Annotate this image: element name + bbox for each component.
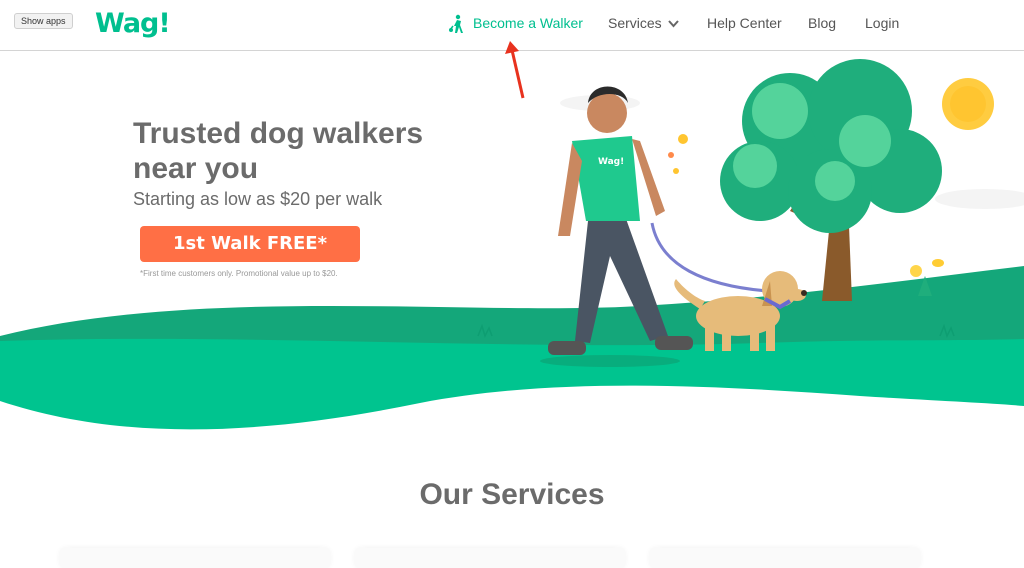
promo-disclaimer: *First time customers only. Promotional … [140, 269, 338, 278]
sun-icon [942, 78, 994, 130]
nav-services-label: Services [608, 15, 662, 31]
show-apps-button[interactable]: Show apps [14, 13, 73, 29]
tree [720, 59, 942, 301]
service-card[interactable] [60, 548, 330, 568]
shirt-logo: Wag! [598, 157, 624, 167]
hero-subtitle: Starting as low as $20 per walk [133, 189, 383, 209]
service-card[interactable] [355, 548, 625, 568]
nav-become-walker[interactable]: Become a Walker [473, 15, 583, 31]
nav-login[interactable]: Login [865, 15, 899, 31]
wag-logo[interactable]: Wag! [95, 8, 171, 39]
first-walk-free-button[interactable]: 1st Walk FREE* [140, 226, 360, 262]
nav-blog[interactable]: Blog [808, 15, 836, 31]
chevron-down-icon [667, 20, 679, 28]
service-card[interactable] [650, 548, 920, 568]
walker-icon [448, 14, 463, 33]
nav-services[interactable]: Services [608, 15, 679, 31]
services-heading: Our Services [419, 478, 605, 511]
nav-help-center[interactable]: Help Center [707, 15, 782, 31]
hero-title: Trusted dog walkers near you [133, 117, 424, 185]
